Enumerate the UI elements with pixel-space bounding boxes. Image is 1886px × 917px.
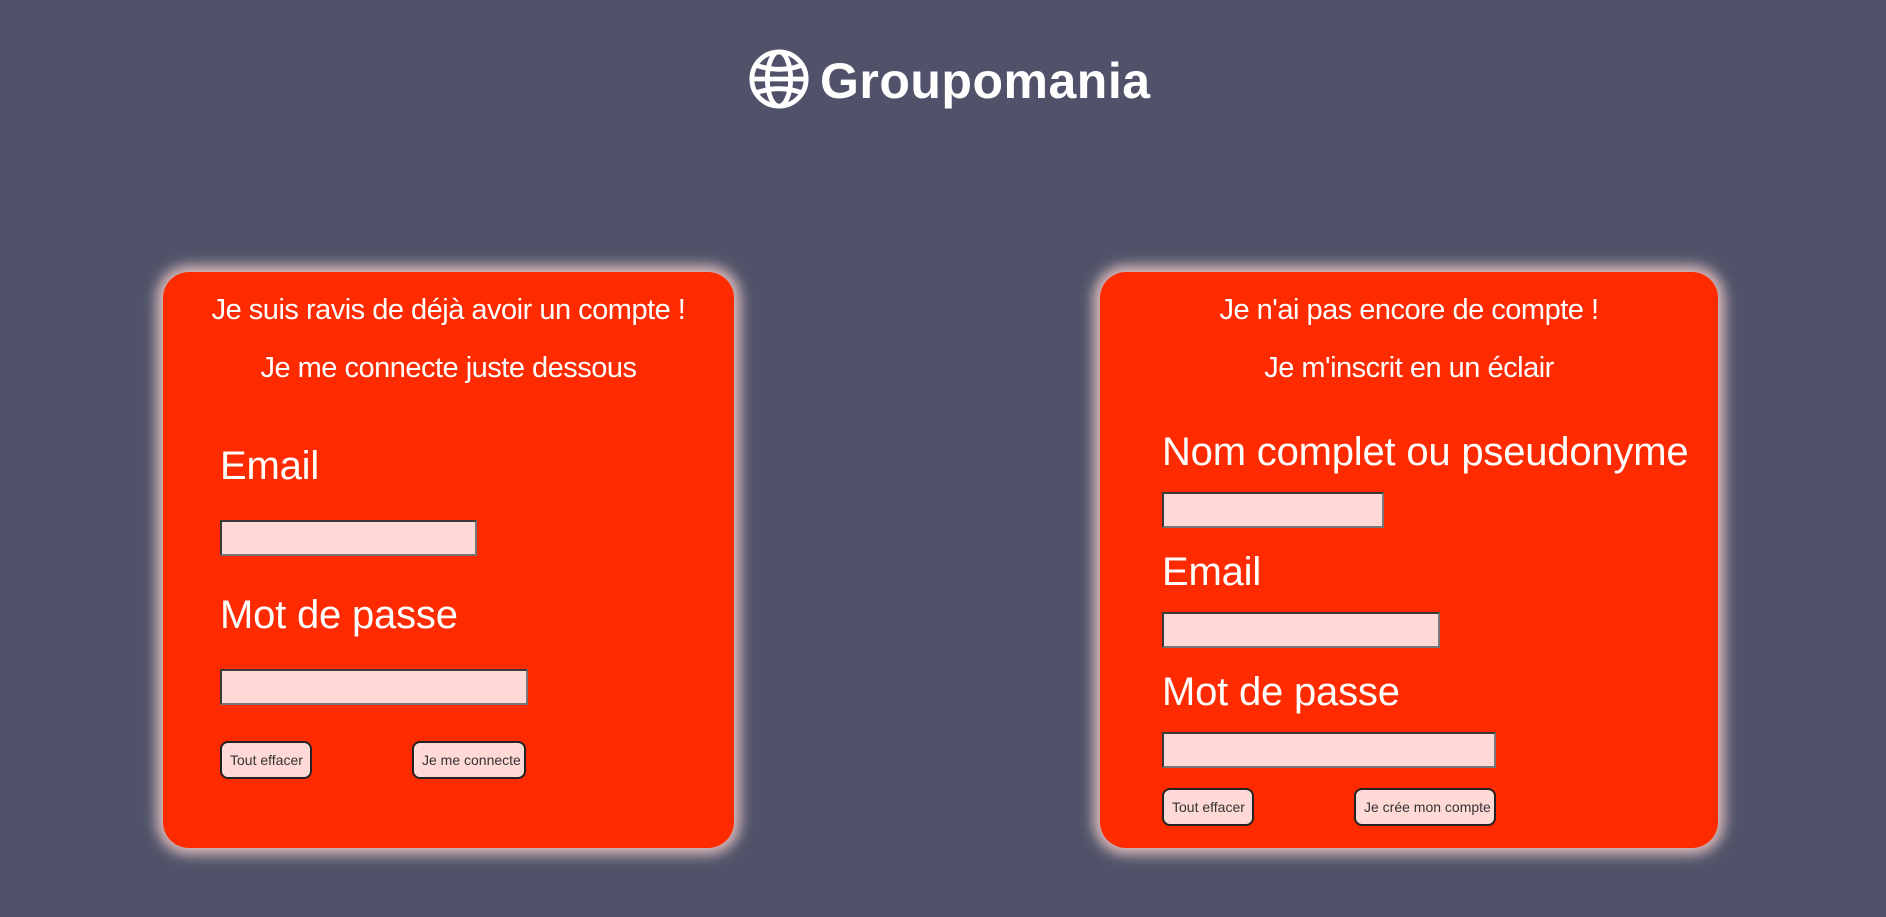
- signup-password-label: Mot de passe: [1162, 670, 1400, 714]
- globe-icon: [748, 48, 810, 115]
- login-subtitle: Je me connecte juste dessous: [260, 352, 637, 384]
- login-email-label: Email: [220, 444, 320, 488]
- brand-logo: Groupomania: [748, 48, 1151, 114]
- signup-name-label: Nom complet ou pseudonyme: [1162, 430, 1689, 474]
- login-title: Je suis ravis de déjà avoir un compte !: [211, 294, 686, 326]
- login-submit-button[interactable]: Je me connecte: [412, 741, 526, 779]
- signup-subtitle: Je m'inscrit en un éclair: [1264, 352, 1554, 384]
- signup-clear-button[interactable]: Tout effacer: [1162, 788, 1254, 826]
- signup-name-input[interactable]: [1162, 492, 1384, 528]
- signup-email-input[interactable]: [1162, 612, 1440, 648]
- login-clear-button[interactable]: Tout effacer: [220, 741, 312, 779]
- brand-name: Groupomania: [820, 53, 1151, 109]
- signup-title: Je n'ai pas encore de compte !: [1219, 294, 1599, 326]
- login-email-input[interactable]: [220, 520, 477, 556]
- login-password-input[interactable]: [220, 669, 528, 705]
- signup-password-input[interactable]: [1162, 732, 1496, 768]
- login-card: Je suis ravis de déjà avoir un compte ! …: [163, 272, 734, 848]
- signup-email-label: Email: [1162, 550, 1262, 594]
- signup-submit-button[interactable]: Je crée mon compte: [1354, 788, 1496, 826]
- signup-card: Je n'ai pas encore de compte ! Je m'insc…: [1100, 272, 1718, 848]
- login-password-label: Mot de passe: [220, 593, 458, 637]
